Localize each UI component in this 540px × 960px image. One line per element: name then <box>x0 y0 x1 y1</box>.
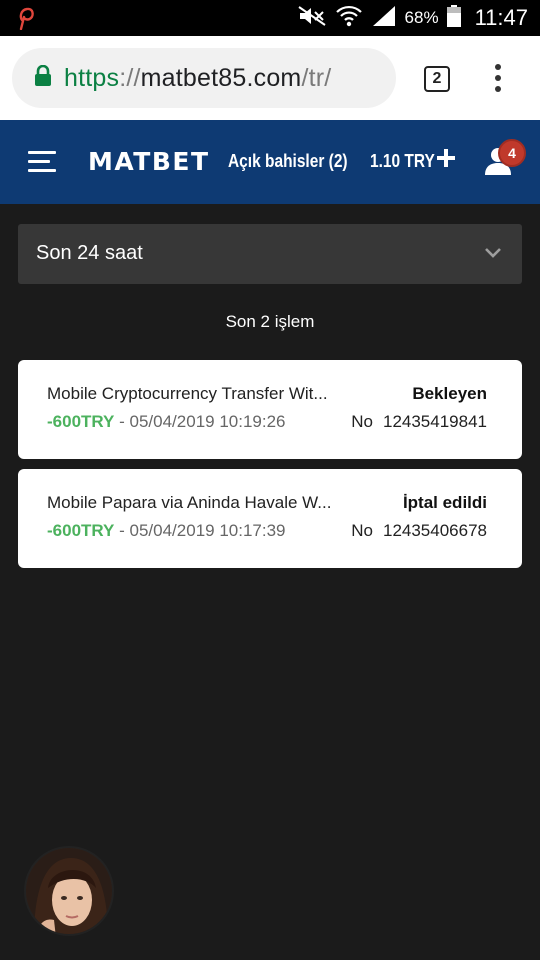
lock-icon <box>34 64 52 92</box>
url-separator: :// <box>119 63 141 92</box>
hamburger-menu-icon[interactable] <box>28 151 58 173</box>
transaction-amount: -600TRY <box>47 412 115 431</box>
transaction-amount: -600TRY <box>47 521 115 540</box>
transaction-card[interactable]: Mobile Cryptocurrency Transfer Wit... Be… <box>18 360 522 459</box>
site-header: MATBET Açık bahisler (2) 1.10 TRY <box>0 120 540 204</box>
plus-icon[interactable] <box>436 148 456 168</box>
clock: 11:47 <box>474 5 528 30</box>
transaction-datetime: 05/04/2019 10:17:39 <box>129 521 286 540</box>
pinterest-icon <box>16 6 36 35</box>
overflow-menu-icon[interactable] <box>486 58 510 98</box>
notification-badge[interactable]: 4 <box>498 139 526 167</box>
signal-icon <box>371 5 397 32</box>
battery-icon <box>446 4 461 33</box>
chevron-down-icon <box>484 246 502 264</box>
transaction-status: İptal edildi <box>402 493 487 512</box>
matbet-logo[interactable]: MATBET <box>88 147 210 176</box>
transaction-separator: - <box>114 412 130 431</box>
address-bar[interactable]: https://matbet85.com/tr/ <box>12 48 396 108</box>
battery-percent: 68% <box>404 8 439 27</box>
transaction-detail: -600TRY - 05/04/2019 10:17:39 <box>47 521 286 541</box>
period-select[interactable]: Son 24 saat <box>18 224 522 284</box>
url-path: /tr/ <box>301 63 332 92</box>
transaction-no-label: No <box>351 521 373 540</box>
transaction-card[interactable]: Mobile Papara via Aninda Havale W... İpt… <box>18 469 522 568</box>
transaction-count: Son 2 işlem <box>225 312 315 331</box>
transaction-separator: - <box>114 521 130 540</box>
transaction-id: 12435419841 <box>382 412 487 431</box>
transaction-detail: -600TRY - 05/04/2019 10:19:26 <box>47 412 286 432</box>
url-text: https://matbet85.com/tr/ <box>64 64 331 93</box>
status-bar: 68% 11:47 <box>0 0 540 36</box>
wifi-icon <box>335 4 363 33</box>
transaction-status: Bekleyen <box>412 384 487 403</box>
tabs-icon[interactable]: 2 <box>424 66 450 92</box>
open-bets-link[interactable]: Açık bahisler (2) <box>228 151 348 172</box>
transaction-title: Mobile Papara via Aninda Havale W... <box>47 493 332 512</box>
url-host: matbet85.com <box>140 63 302 92</box>
transaction-number: No 12435419841 <box>351 412 487 432</box>
transaction-datetime: 05/04/2019 10:19:26 <box>129 412 286 431</box>
transaction-id: 12435406678 <box>382 521 487 540</box>
transaction-title: Mobile Cryptocurrency Transfer Wit... <box>47 384 328 403</box>
balance-label[interactable]: 1.10 TRY <box>370 151 435 172</box>
transaction-number: No 12435406678 <box>351 521 487 541</box>
period-select-value: Son 24 saat <box>36 242 143 264</box>
transaction-no-label: No <box>351 412 373 431</box>
live-chat-avatar[interactable] <box>24 846 114 936</box>
browser-toolbar: https://matbet85.com/tr/ 2 <box>0 36 540 120</box>
url-scheme: https <box>64 63 120 92</box>
mute-icon <box>297 5 327 32</box>
